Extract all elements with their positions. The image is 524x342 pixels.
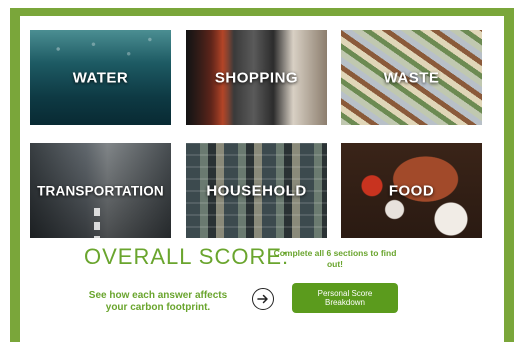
tile-label: WASTE xyxy=(383,69,440,86)
tile-food[interactable]: FOOD xyxy=(341,143,482,238)
tile-water[interactable]: WATER xyxy=(30,30,171,125)
overall-score-title: OVERALL SCORE: xyxy=(84,244,290,269)
personal-score-breakdown-button[interactable]: Personal Score Breakdown xyxy=(292,283,398,313)
tile-transportation[interactable]: TRANSPORTATION xyxy=(30,143,171,238)
tile-label: WATER xyxy=(72,69,129,86)
tile-shopping[interactable]: SHOPPING xyxy=(186,30,327,125)
tile-label: HOUSEHOLD xyxy=(206,182,307,199)
tile-label: SHOPPING xyxy=(214,69,299,86)
tile-household[interactable]: HOUSEHOLD xyxy=(186,143,327,238)
tile-waste[interactable]: WASTE xyxy=(341,30,482,125)
answer-affects-text: See how each answer affects your carbon … xyxy=(88,290,228,313)
arrow-right-circle-icon[interactable] xyxy=(252,288,274,310)
tile-label: TRANSPORTATION xyxy=(37,183,164,198)
tile-label: FOOD xyxy=(388,182,435,199)
overall-score-hint: Complete all 6 sections to find out! xyxy=(273,248,397,269)
overall-score-row: OVERALL SCORE: Complete all 6 sections t… xyxy=(84,244,424,274)
arrow-right-icon xyxy=(257,294,268,304)
